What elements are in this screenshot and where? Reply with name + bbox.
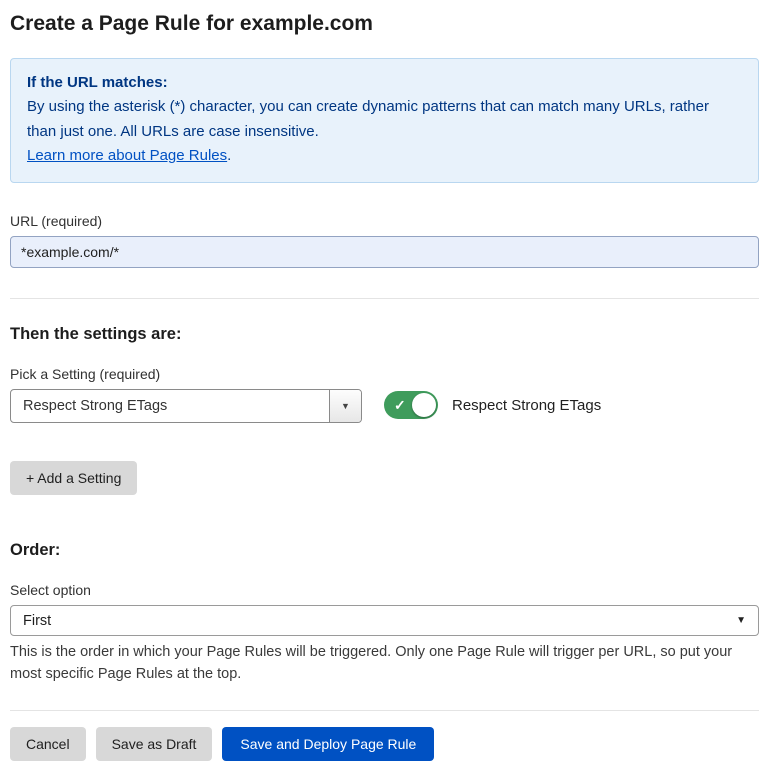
order-select-value: First [23,613,51,629]
chevron-down-icon: ▼ [736,615,746,626]
order-select-label: Select option [10,582,759,598]
setting-picker: Pick a Setting (required) Respect Strong… [10,366,362,423]
section-divider [10,298,759,299]
info-box-body: By using the asterisk (*) character, you… [27,95,742,144]
chevron-down-icon: ▼ [341,401,350,411]
url-match-info-box: If the URL matches: By using the asteris… [10,58,759,183]
page-title: Create a Page Rule for example.com [10,12,759,36]
settings-section-heading: Then the settings are: [10,325,759,344]
setting-select-value: Respect Strong ETags [11,390,329,422]
toggle-label: Respect Strong ETags [452,397,601,414]
create-page-rule-form: Create a Page Rule for example.com If th… [0,0,769,777]
footer-divider [10,710,759,711]
setting-select-arrow-button[interactable]: ▼ [329,390,361,422]
url-field: URL (required) [10,213,759,268]
toggle-knob [412,393,436,417]
info-link-row: Learn more about Page Rules. [27,144,742,168]
url-input[interactable] [10,236,759,268]
order-select[interactable]: First ▼ [10,605,759,636]
learn-more-link[interactable]: Learn more about Page Rules [27,147,227,164]
footer-actions: Cancel Save as Draft Save and Deploy Pag… [10,727,759,761]
order-help-text: This is the order in which your Page Rul… [10,642,755,686]
add-setting-button[interactable]: + Add a Setting [10,461,137,495]
order-section-heading: Order: [10,541,759,560]
url-label: URL (required) [10,213,759,229]
save-draft-button[interactable]: Save as Draft [96,727,213,761]
check-icon: ✓ [394,398,406,412]
setting-select[interactable]: Respect Strong ETags ▼ [10,389,362,423]
cancel-button[interactable]: Cancel [10,727,86,761]
save-deploy-button[interactable]: Save and Deploy Page Rule [222,727,434,761]
link-period: . [227,147,231,164]
setting-row: Pick a Setting (required) Respect Strong… [10,366,759,423]
setting-toggle-group: ✓ Respect Strong ETags [384,391,601,419]
setting-picker-label: Pick a Setting (required) [10,366,362,382]
etags-toggle[interactable]: ✓ [384,391,438,419]
info-box-heading: If the URL matches: [27,71,742,95]
